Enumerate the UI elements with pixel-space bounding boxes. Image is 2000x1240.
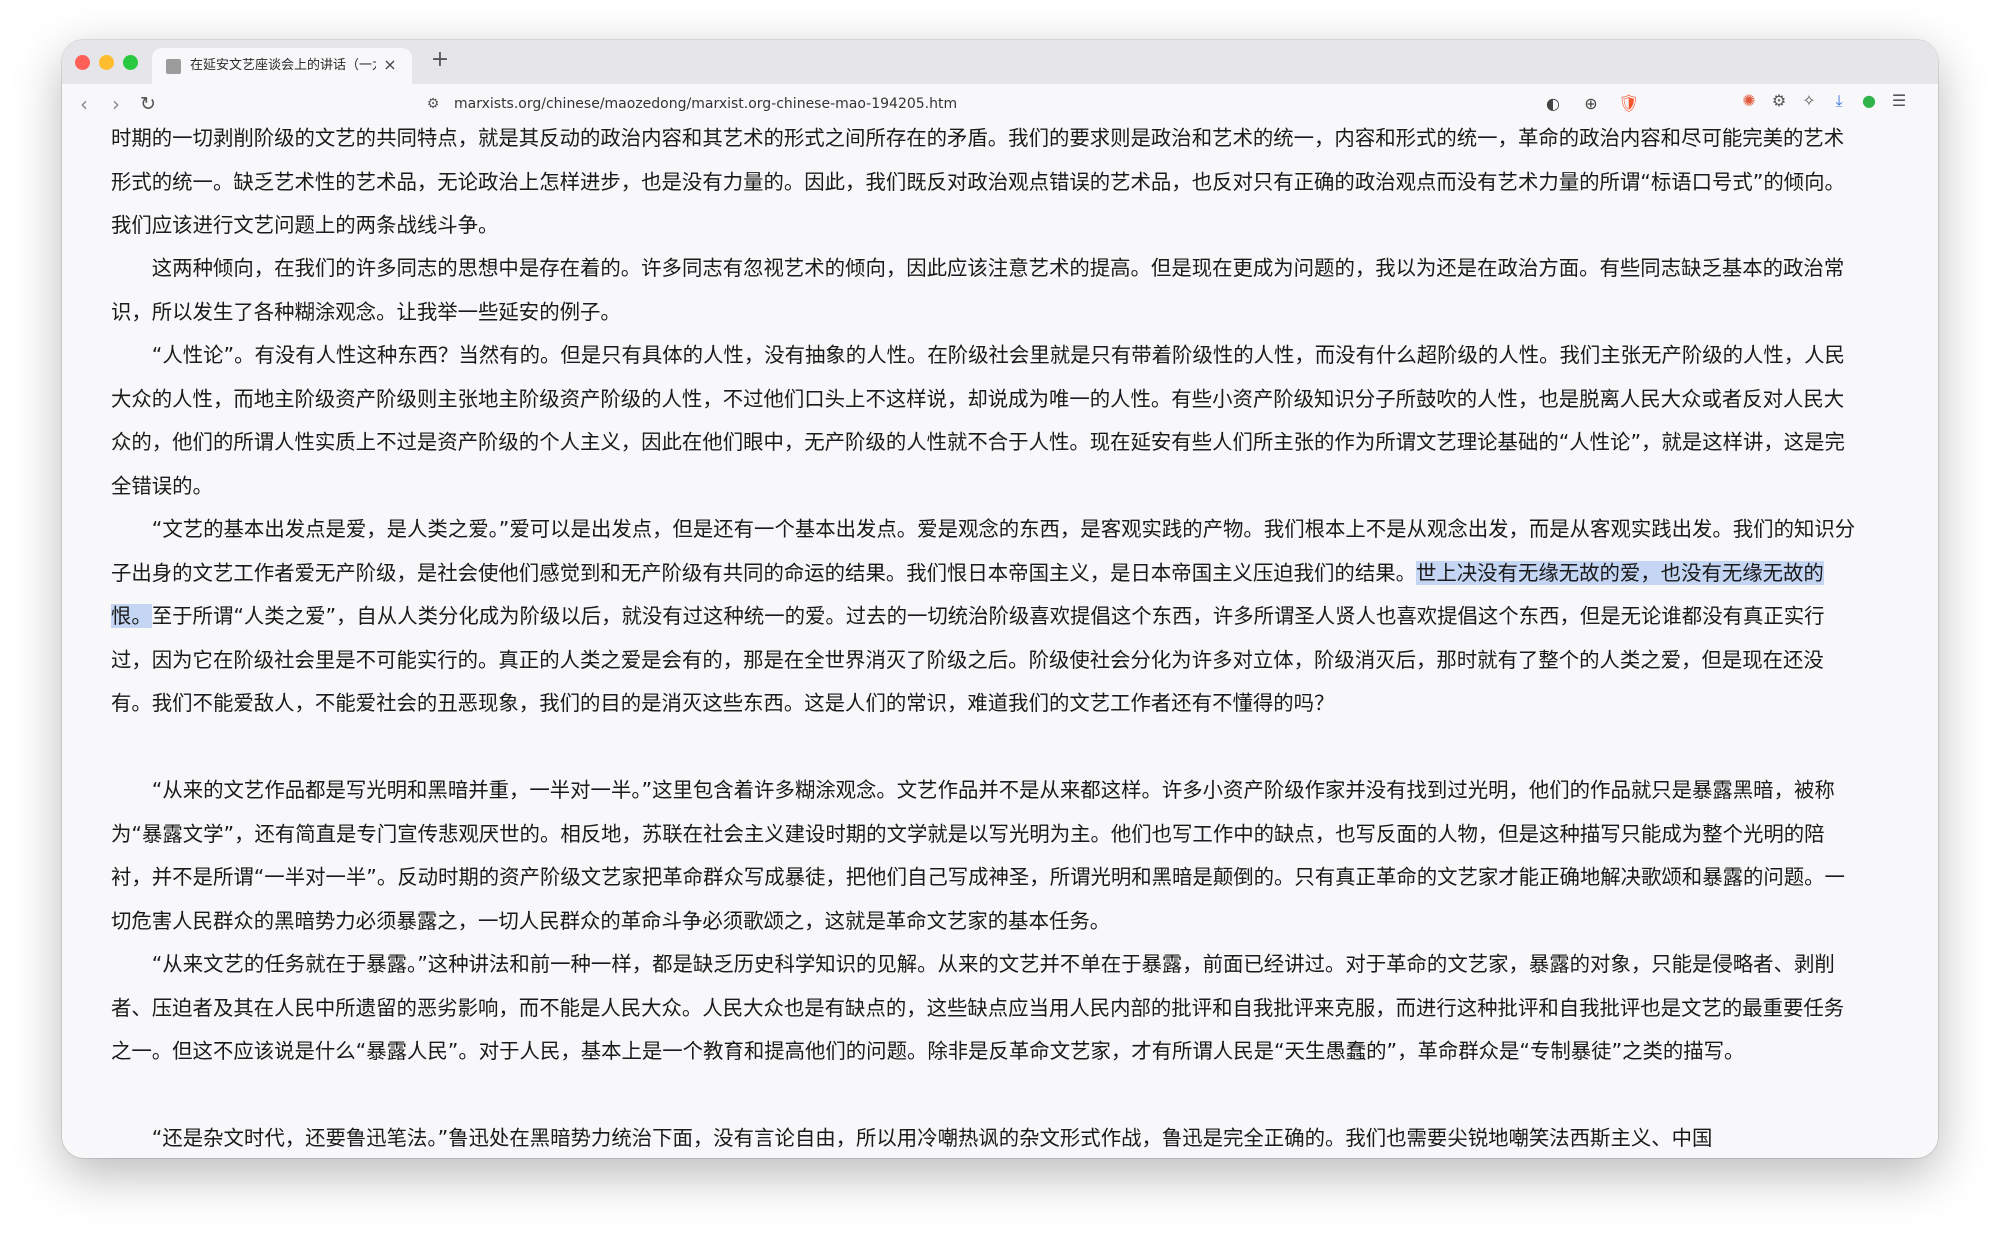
url-text[interactable]: marxists.org/chinese/maozedong/marxist.o… <box>454 95 957 113</box>
reader-mode-icon[interactable]: ◐ <box>1542 93 1564 115</box>
browser-window: 在延安文艺座谈会上的讲话（一九四二年五月） × + ‹ › ↻ ⚙ marxis… <box>62 40 1938 1158</box>
forward-button[interactable]: › <box>102 90 130 118</box>
extension-settings-icon[interactable]: ⚙ <box>1768 90 1790 112</box>
address-bar[interactable]: ⚙ marxists.org/chinese/maozedong/marxist… <box>412 90 1640 118</box>
brave-shields-icon[interactable]: 🛡 <box>1618 93 1640 115</box>
page-favicon-icon <box>166 59 181 74</box>
extension-sparkle-icon[interactable]: ✺ <box>1738 90 1760 112</box>
article-paragraph: “还是杂文时代，还要鲁迅笔法。”鲁迅处在黑暗势力统治下面，没有言论自由，所以用冷… <box>151 1126 1713 1150</box>
menu-icon[interactable]: ☰ <box>1888 90 1910 112</box>
site-settings-icon[interactable]: ⚙ <box>424 95 442 113</box>
article-paragraph: “人性论”。有没有人性这种东西？当然有的。但是只有具体的人性，没有抽象的人性。在… <box>111 343 1845 498</box>
new-tab-button[interactable]: + <box>427 47 453 73</box>
minimize-window-button[interactable] <box>99 55 114 70</box>
article-paragraph: “从来的文艺作品都是写光明和黑暗并重，一半对一半。”这里包含着许多糊涂观念。文艺… <box>111 778 1845 933</box>
zoom-icon[interactable]: ⊕ <box>1580 93 1602 115</box>
article-paragraph: “从来文艺的任务就在于暴露。”这种讲法和前一种一样，都是缺乏历史科学知识的见解。… <box>111 952 1845 1063</box>
tab-close-icon[interactable]: × <box>380 55 400 75</box>
article-paragraph: 时期的一切剥削阶级的文艺的共同特点，就是其反动的政治内容和其艺术的形式之间所存在… <box>111 126 1845 237</box>
tab-active[interactable]: 在延安文艺座谈会上的讲话（一九四二年五月） × <box>152 48 412 84</box>
page-content: 时期的一切剥削阶级的文艺的共同特点，就是其反动的政治内容和其艺术的形式之间所存在… <box>62 124 1938 1158</box>
article-paragraph: “文艺的基本出发点是爱，是人类之爱。”爱可以是出发点，但是还有一个基本出发点。爱… <box>111 508 1863 726</box>
tab-title: 在延安文艺座谈会上的讲话（一九四二年五月） <box>190 58 376 73</box>
downloads-icon[interactable]: ⤓ <box>1828 90 1850 112</box>
back-button[interactable]: ‹ <box>70 90 98 118</box>
reload-button[interactable]: ↻ <box>134 90 162 118</box>
paragraph-text: 至于所谓“人类之爱”，自从人类分化成为阶级以后，就没有过这种统一的爱。过去的一切… <box>111 604 1825 715</box>
tab-bar: 在延安文艺座谈会上的讲话（一九四二年五月） × + <box>62 40 1938 84</box>
profile-icon[interactable]: ● <box>1858 90 1880 112</box>
zoom-window-button[interactable] <box>123 55 138 70</box>
navigation-toolbar: ‹ › ↻ ⚙ marxists.org/chinese/maozedong/m… <box>62 84 1938 124</box>
close-window-button[interactable] <box>75 55 90 70</box>
article-paragraph: 这两种倾向，在我们的许多同志的思想中是存在着的。许多同志有忽视艺术的倾向，因此应… <box>111 256 1845 324</box>
extensions-puzzle-icon[interactable]: ✧ <box>1798 90 1820 112</box>
